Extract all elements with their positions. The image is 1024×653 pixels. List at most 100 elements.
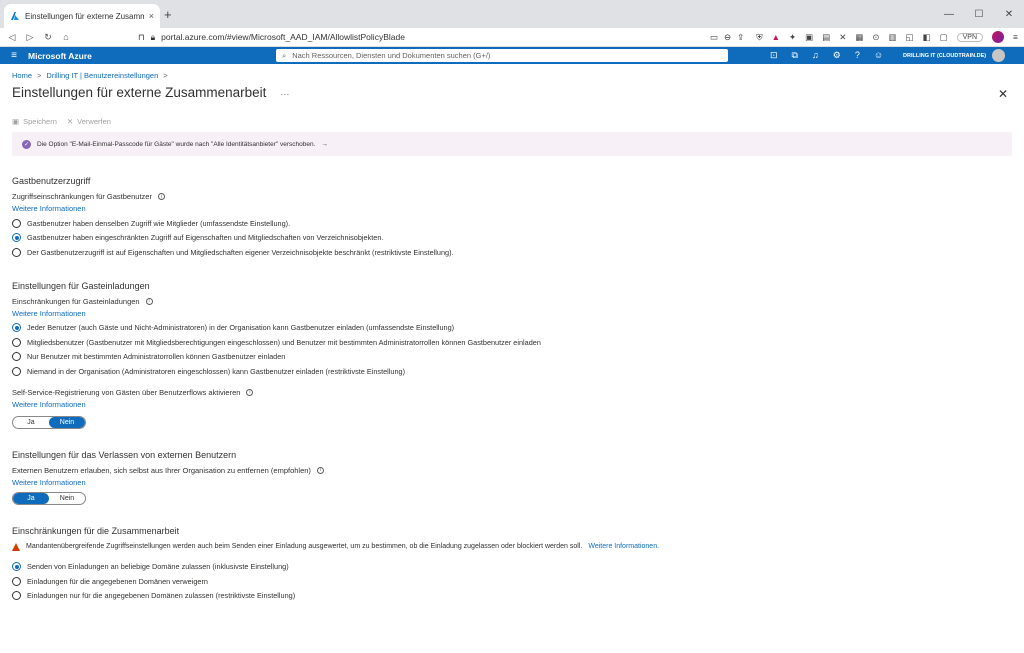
minimize-icon[interactable]: — xyxy=(934,0,964,28)
self-service-label: Self-Service-Registrierung von Gästen üb… xyxy=(12,388,1012,397)
radio-option[interactable]: Einladungen nur für die angegebenen Domä… xyxy=(12,589,1012,604)
radio-button[interactable] xyxy=(12,366,21,376)
back-icon[interactable]: ◁ xyxy=(6,32,18,43)
menu-icon[interactable]: ≡ xyxy=(1013,32,1018,42)
radio-button[interactable] xyxy=(12,591,21,601)
notifications-icon[interactable]: ♫ xyxy=(812,50,819,61)
close-icon[interactable]: ✕ xyxy=(998,87,1008,101)
warning-icon xyxy=(12,542,20,551)
radio-option[interactable]: Mitgliedsbenutzer (Gastbenutzer mit Mitg… xyxy=(12,335,1012,350)
help-icon[interactable]: ? xyxy=(855,50,860,61)
info-icon[interactable]: i xyxy=(246,388,254,396)
radio-button[interactable] xyxy=(12,352,21,362)
warning-text: Mandantenübergreifende Zugriffseinstellu… xyxy=(26,543,583,550)
radio-option[interactable]: Jeder Benutzer (auch Gäste und Nicht-Adm… xyxy=(12,321,1012,336)
browser-tab[interactable]: Einstellungen für externe Zusammenarbeit… xyxy=(4,4,160,28)
radio-option[interactable]: Der Gastbenutzerzugriff ist auf Eigensch… xyxy=(12,245,1012,260)
radio-option[interactable]: Nur Benutzer mit bestimmten Administrato… xyxy=(12,350,1012,365)
toggle-yes[interactable]: Ja xyxy=(13,417,49,428)
info-icon[interactable]: i xyxy=(145,297,153,305)
sidebar-icon[interactable]: ◧ xyxy=(923,32,931,43)
more-info-link[interactable]: Weitere Informationen xyxy=(12,400,1012,409)
share-icon[interactable]: ⇪ xyxy=(737,32,744,43)
forward-icon[interactable]: ▷ xyxy=(24,32,36,43)
azure-brand[interactable]: Microsoft Azure xyxy=(28,51,276,61)
breadcrumb-separator: > xyxy=(163,71,168,80)
toggle-no[interactable]: Nein xyxy=(49,493,85,504)
avatar[interactable] xyxy=(992,49,1006,62)
breadcrumb-home[interactable]: Home xyxy=(12,71,32,80)
extension-icon[interactable]: ◱ xyxy=(906,32,914,43)
more-options-icon[interactable]: ··· xyxy=(280,89,289,99)
page-title: Einstellungen für externe Zusammenarbeit xyxy=(12,85,267,100)
extension-icon[interactable]: ▤ xyxy=(822,32,830,43)
cast-icon[interactable]: ▭ xyxy=(710,32,718,43)
radio-button[interactable] xyxy=(12,337,21,347)
radio-button[interactable] xyxy=(12,218,21,228)
reload-icon[interactable]: ↻ xyxy=(42,32,54,43)
extension-icon[interactable]: ✕ xyxy=(839,32,846,43)
command-bar: ▣ Speichern ✕ Verwerfen xyxy=(12,117,1012,126)
discard-button[interactable]: ✕ Verwerfen xyxy=(67,117,111,126)
home-icon[interactable]: ⌂ xyxy=(60,32,72,42)
self-service-toggle[interactable]: Ja Nein xyxy=(12,415,86,429)
radio-option[interactable]: Niemand in der Organisation (Administrat… xyxy=(12,364,1012,379)
radio-button[interactable] xyxy=(12,576,21,586)
radio-button-selected[interactable] xyxy=(12,562,21,572)
radio-option[interactable]: Gastbenutzer haben eingeschränkten Zugri… xyxy=(12,231,1012,246)
breadcrumb-user-settings[interactable]: Drilling IT | Benutzereinstellungen xyxy=(46,71,158,80)
shield-icon[interactable]: ⛨ xyxy=(756,32,762,43)
radio-option[interactable]: Gastbenutzer haben denselben Zugriff wie… xyxy=(12,216,1012,231)
profile-avatar[interactable] xyxy=(992,31,1005,43)
vpn-button[interactable]: VPN xyxy=(956,32,984,42)
bookmark-icon[interactable]: ⊓ xyxy=(138,32,145,43)
radio-label: Niemand in der Organisation (Administrat… xyxy=(27,366,406,376)
maximize-icon[interactable]: ☐ xyxy=(964,0,994,28)
url-text[interactable]: portal.azure.com/#view/Microsoft_AAD_IAM… xyxy=(161,32,704,42)
toggle-no-selected[interactable]: Nein xyxy=(49,416,85,428)
radio-button[interactable] xyxy=(12,247,21,257)
tab-close-icon[interactable]: × xyxy=(149,11,154,21)
triangle-icon[interactable]: ▲ xyxy=(772,32,780,42)
more-info-link[interactable]: Weitere Informationen xyxy=(12,204,1012,213)
more-info-link[interactable]: Weitere Informationen xyxy=(12,309,1012,318)
topbar-actions: ⊡ ⧉ ♫ ⚙ ? ☺ xyxy=(770,50,883,61)
wallet-icon[interactable]: ▢ xyxy=(940,32,948,43)
section-collab: Einschränkungen für die Zusammenarbeit xyxy=(12,525,180,536)
radio-button-selected[interactable] xyxy=(12,323,21,333)
global-search-input[interactable]: ⌕ Nach Ressourcen, Diensten und Dokument… xyxy=(276,49,728,62)
radio-button-selected[interactable] xyxy=(12,233,21,243)
azure-icon xyxy=(11,12,19,20)
account-name[interactable]: DRILLING IT (CLOUDTRAIN.DE) xyxy=(903,53,986,59)
radio-label: Senden von Einladungen an beliebige Domä… xyxy=(27,562,289,572)
portal-menu-icon[interactable]: ≡ xyxy=(0,50,28,61)
warning-more-info-link[interactable]: Weitere Informationen. xyxy=(588,543,659,550)
radio-option[interactable]: Einladungen für die angegebenen Domänen … xyxy=(12,574,1012,589)
extension-icon[interactable]: ✦ xyxy=(789,32,796,43)
info-icon[interactable]: i xyxy=(157,193,165,200)
settings-icon[interactable]: ⚙ xyxy=(833,50,841,61)
new-tab-button[interactable]: + xyxy=(164,7,172,22)
zoom-icon[interactable]: ⊖ xyxy=(724,32,731,43)
save-button[interactable]: ▣ Speichern xyxy=(12,117,57,126)
close-window-icon[interactable]: ✕ xyxy=(994,0,1024,28)
checkmark-icon: ✓ xyxy=(22,139,31,149)
info-icon[interactable]: i xyxy=(316,466,324,474)
cloud-shell-icon[interactable]: ⊡ xyxy=(770,50,778,61)
search-placeholder: Nach Ressourcen, Diensten und Dokumenten… xyxy=(292,51,491,60)
url-field[interactable]: ⊓ 🔒︎ portal.azure.com/#view/Microsoft_AA… xyxy=(138,30,744,45)
feedback-icon[interactable]: ☺ xyxy=(874,50,883,61)
arrow-right-icon[interactable]: → xyxy=(321,141,328,148)
directory-icon[interactable]: ⧉ xyxy=(792,50,798,61)
leave-toggle[interactable]: Ja Nein xyxy=(12,491,86,505)
toggle-yes-selected[interactable]: Ja xyxy=(13,492,49,504)
extension-icon[interactable]: ⊙ xyxy=(872,32,879,43)
radio-label: Jeder Benutzer (auch Gäste und Nicht-Adm… xyxy=(27,323,455,333)
leave-label: Externen Benutzern erlauben, sich selbst… xyxy=(12,466,1012,475)
extension-icon[interactable]: ▥ xyxy=(889,32,897,43)
extension-icon[interactable]: ▦ xyxy=(855,32,863,43)
radio-option[interactable]: Senden von Einladungen an beliebige Domä… xyxy=(12,560,1012,575)
discard-label: Verwerfen xyxy=(77,117,111,126)
extension-icon[interactable]: ▣ xyxy=(805,32,813,43)
more-info-link[interactable]: Weitere Informationen xyxy=(12,478,1012,487)
